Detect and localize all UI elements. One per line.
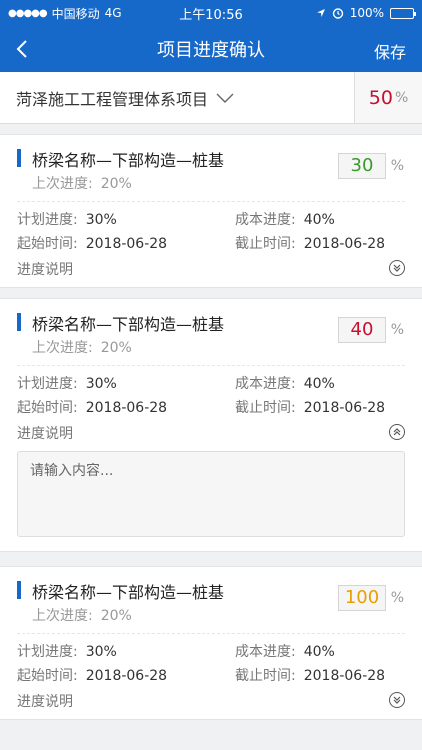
end-time: 截止时间: 2018-06-28 <box>235 400 386 416</box>
current-progress-input[interactable]: 40 <box>338 317 386 343</box>
status-bar: ●●●●● 中国移动 4G 上午10:56 100% <box>0 0 422 26</box>
end-time: 截止时间: 2018-06-28 <box>235 668 386 684</box>
back-button[interactable] <box>10 36 34 62</box>
progress-description-label: 进度说明 <box>17 426 73 442</box>
alarm-icon <box>332 8 343 19</box>
carrier-label: 中国移动 <box>51 6 100 21</box>
plan-progress: 计划进度: 30% <box>17 376 117 392</box>
item-name: 桥梁名称—下部构造—桩基 <box>32 315 225 334</box>
percent-unit: % <box>390 590 404 606</box>
start-time: 起始时间: 2018-06-28 <box>17 236 168 252</box>
section-marker <box>17 149 21 167</box>
page-title: 项目进度确认 <box>157 40 265 61</box>
project-selector: 菏泽施工工程管理体系项目 50 % <box>0 72 422 124</box>
project-percent: 50 % <box>354 72 422 123</box>
divider <box>17 633 405 634</box>
last-progress: 上次进度: 20% <box>32 608 132 624</box>
project-percent-value: 50 <box>368 86 393 109</box>
item-name: 桥梁名称—下部构造—桩基 <box>32 583 225 602</box>
current-progress-input[interactable]: 100 <box>338 585 386 611</box>
progress-card: 桥梁名称—下部构造—桩基 上次进度: 20% 100 % 计划进度: 30% 成本进… <box>0 566 422 720</box>
project-dropdown[interactable]: 菏泽施工工程管理体系项目 <box>0 72 354 123</box>
network-label: 4G <box>104 6 122 20</box>
battery-icon <box>390 7 416 19</box>
expand-toggle[interactable] <box>389 692 405 708</box>
divider <box>17 365 405 366</box>
navigation-bar: 项目进度确认 保存 <box>0 26 422 72</box>
signal-icon: ●●●●● <box>8 7 48 19</box>
current-progress-input[interactable]: 30 <box>338 153 386 179</box>
save-button[interactable]: 保存 <box>374 39 406 63</box>
last-progress: 上次进度: 20% <box>32 340 132 356</box>
progress-card: 桥梁名称—下部构造—桩基 上次进度: 20% 30 % 计划进度: 30% 成本进度… <box>0 134 422 288</box>
double-chevron-down-icon <box>393 696 401 704</box>
progress-description-label: 进度说明 <box>17 262 73 278</box>
cost-progress: 成本进度: 40% <box>235 212 335 228</box>
end-time: 截止时间: 2018-06-28 <box>235 236 386 252</box>
plan-progress: 计划进度: 30% <box>17 212 117 228</box>
plan-progress: 计划进度: 30% <box>17 644 117 660</box>
cost-progress: 成本进度: 40% <box>235 644 335 660</box>
last-progress: 上次进度: 20% <box>32 176 132 192</box>
double-chevron-down-icon <box>393 264 401 272</box>
location-icon <box>316 9 325 17</box>
project-percent-unit: % <box>394 89 409 106</box>
section-marker <box>17 313 21 331</box>
percent-unit: % <box>390 158 404 174</box>
expand-toggle[interactable] <box>389 260 405 276</box>
percent-unit: % <box>390 322 404 338</box>
cost-progress: 成本进度: 40% <box>235 376 335 392</box>
collapse-toggle[interactable] <box>389 424 405 440</box>
battery-percent: 100% <box>349 6 384 20</box>
section-marker <box>17 581 21 599</box>
item-name: 桥梁名称—下部构造—桩基 <box>32 151 225 170</box>
divider <box>17 201 405 202</box>
double-chevron-up-icon <box>393 428 401 436</box>
chevron-down-icon <box>216 93 234 103</box>
progress-card: 桥梁名称—下部构造—桩基 上次进度: 20% 40 % 计划进度: 30% 成本进度… <box>0 298 422 552</box>
project-name: 菏泽施工工程管理体系项目 <box>16 89 209 109</box>
start-time: 起始时间: 2018-06-28 <box>17 400 168 416</box>
progress-description-input[interactable] <box>17 451 405 537</box>
chevron-left-icon <box>16 40 27 58</box>
progress-description-label: 进度说明 <box>17 694 73 710</box>
start-time: 起始时间: 2018-06-28 <box>17 668 168 684</box>
